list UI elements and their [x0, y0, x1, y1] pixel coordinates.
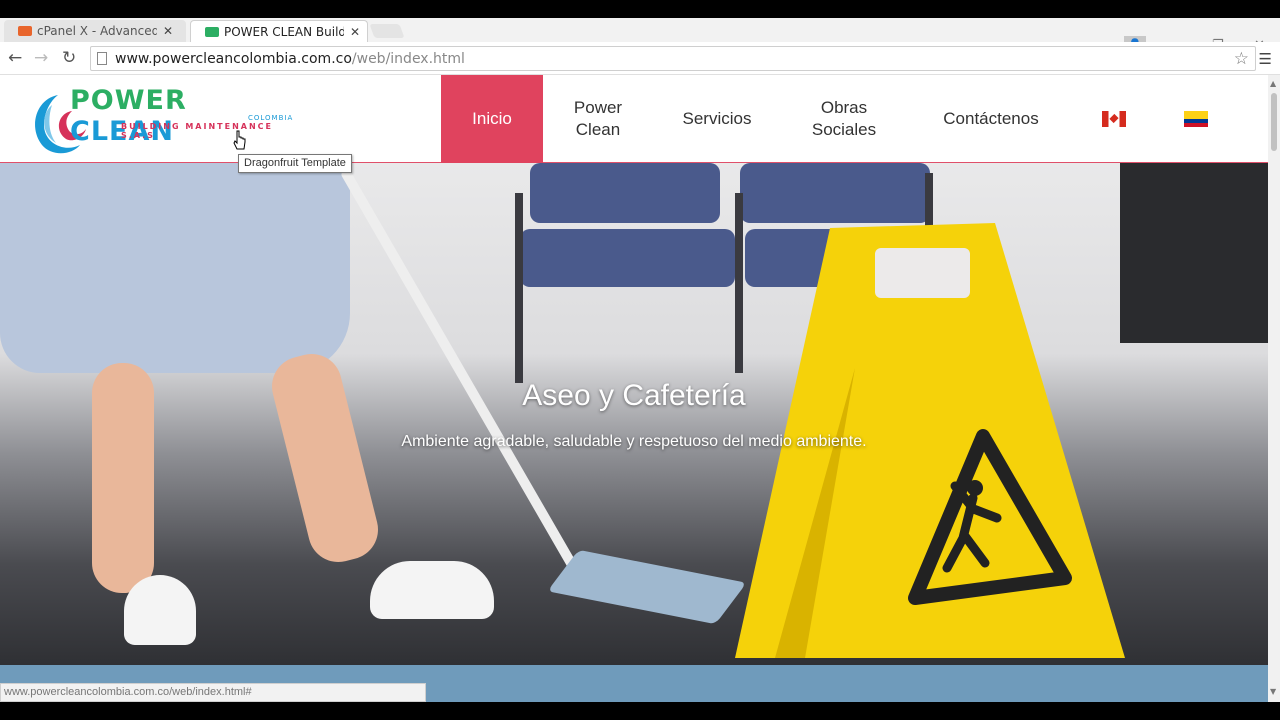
site-logo[interactable]: POWER CLEAN COLOMBIA BUILDING MAINTENANC…: [28, 83, 292, 157]
site-header: POWER CLEAN COLOMBIA BUILDING MAINTENANC…: [0, 75, 1268, 163]
nav-lang-colombia[interactable]: [1153, 75, 1239, 163]
nav-lang-canada[interactable]: [1075, 75, 1153, 163]
nav-label: Obras: [820, 98, 868, 117]
bottom-black-bar: [0, 702, 1280, 720]
address-bar[interactable]: www.powercleancolombia.com.co/web/index.…: [90, 46, 1256, 71]
hero-title: Aseo y Cafetería: [522, 379, 746, 412]
reload-icon[interactable]: ↻: [62, 48, 76, 68]
browser-toolbar: ← → ↻ www.powercleancolombia.com.co/web/…: [0, 42, 1280, 75]
forward-icon[interactable]: →: [34, 48, 48, 68]
nav-power-clean[interactable]: Power Clean: [543, 75, 653, 163]
page-scrollbar[interactable]: ▲ ▼: [1268, 75, 1280, 702]
hero-mop-head: [547, 549, 747, 625]
url-host: www.powercleancolombia.com.co: [115, 50, 352, 67]
hero-chair-leg: [515, 193, 523, 383]
hero-slider: Aseo y Cafetería Ambiente agradable, sal…: [0, 163, 1268, 665]
screen: cPanel X - Advanced DNS ✕ POWER CLEAN Bu…: [0, 0, 1280, 720]
hero-chair: [520, 229, 735, 287]
page-icon: [97, 52, 107, 65]
hero-chair: [740, 163, 930, 223]
hero-uniform: [0, 163, 350, 373]
logo-colombia: COLOMBIA: [248, 114, 294, 122]
nav-label: Servicios: [682, 109, 752, 128]
scroll-down-icon[interactable]: ▼: [1270, 687, 1276, 696]
tab-strip: cPanel X - Advanced DNS ✕ POWER CLEAN Bu…: [0, 18, 1280, 54]
hero-wall: [1120, 163, 1268, 343]
nav-label: Contáctenos: [943, 109, 1039, 128]
cpanel-favicon-icon: [18, 26, 32, 36]
new-tab-button[interactable]: [369, 24, 405, 38]
mouse-cursor-icon: [233, 130, 246, 150]
nav-label: Power: [573, 98, 623, 117]
nav-contactenos[interactable]: Contáctenos: [907, 75, 1075, 163]
hero-shoe: [124, 575, 196, 645]
tab-powerclean[interactable]: POWER CLEAN Building M ✕: [190, 20, 368, 42]
logo-subtitle: BUILDING MAINTENANCE S.A.S: [121, 122, 273, 140]
main-nav: Inicio Power Clean Servicios Obras Socia…: [441, 75, 1239, 163]
back-icon[interactable]: ←: [8, 48, 22, 68]
web-page: POWER CLEAN COLOMBIA BUILDING MAINTENANC…: [0, 75, 1268, 702]
nav-inicio[interactable]: Inicio: [441, 75, 543, 163]
url-path: /web/index.html: [351, 50, 465, 67]
close-icon[interactable]: ✕: [163, 24, 173, 38]
nav-label: Inicio: [472, 109, 512, 128]
logo-power-text: POWER: [70, 85, 187, 116]
status-bar-url: www.powercleancolombia.com.co/web/index.…: [0, 683, 426, 702]
close-icon[interactable]: ✕: [350, 25, 360, 39]
top-black-bar: [0, 0, 1280, 18]
canada-flag-icon: [1102, 111, 1126, 127]
hero-shoe: [370, 561, 494, 619]
nav-label: Clean: [575, 120, 621, 139]
tab-cpanel[interactable]: cPanel X - Advanced DNS ✕: [4, 20, 186, 42]
hero-chair: [530, 163, 720, 223]
logo-tooltip: Dragonfruit Template: [238, 154, 352, 173]
nav-servicios[interactable]: Servicios: [653, 75, 781, 163]
tab-title: cPanel X - Advanced DNS: [37, 24, 157, 38]
tab-title: POWER CLEAN Building M: [224, 24, 344, 39]
powerclean-favicon-icon: [205, 26, 219, 37]
menu-icon[interactable]: ☰: [1259, 50, 1272, 68]
colombia-flag-icon: [1184, 111, 1208, 127]
nav-label: Sociales: [811, 120, 877, 139]
nav-obras-sociales[interactable]: Obras Sociales: [781, 75, 907, 163]
scroll-thumb[interactable]: [1271, 93, 1277, 151]
bookmark-star-icon[interactable]: ☆: [1234, 49, 1249, 69]
hero-subtitle: Ambiente agradable, saludable y respetuo…: [401, 433, 867, 450]
scroll-up-icon[interactable]: ▲: [1270, 79, 1276, 88]
